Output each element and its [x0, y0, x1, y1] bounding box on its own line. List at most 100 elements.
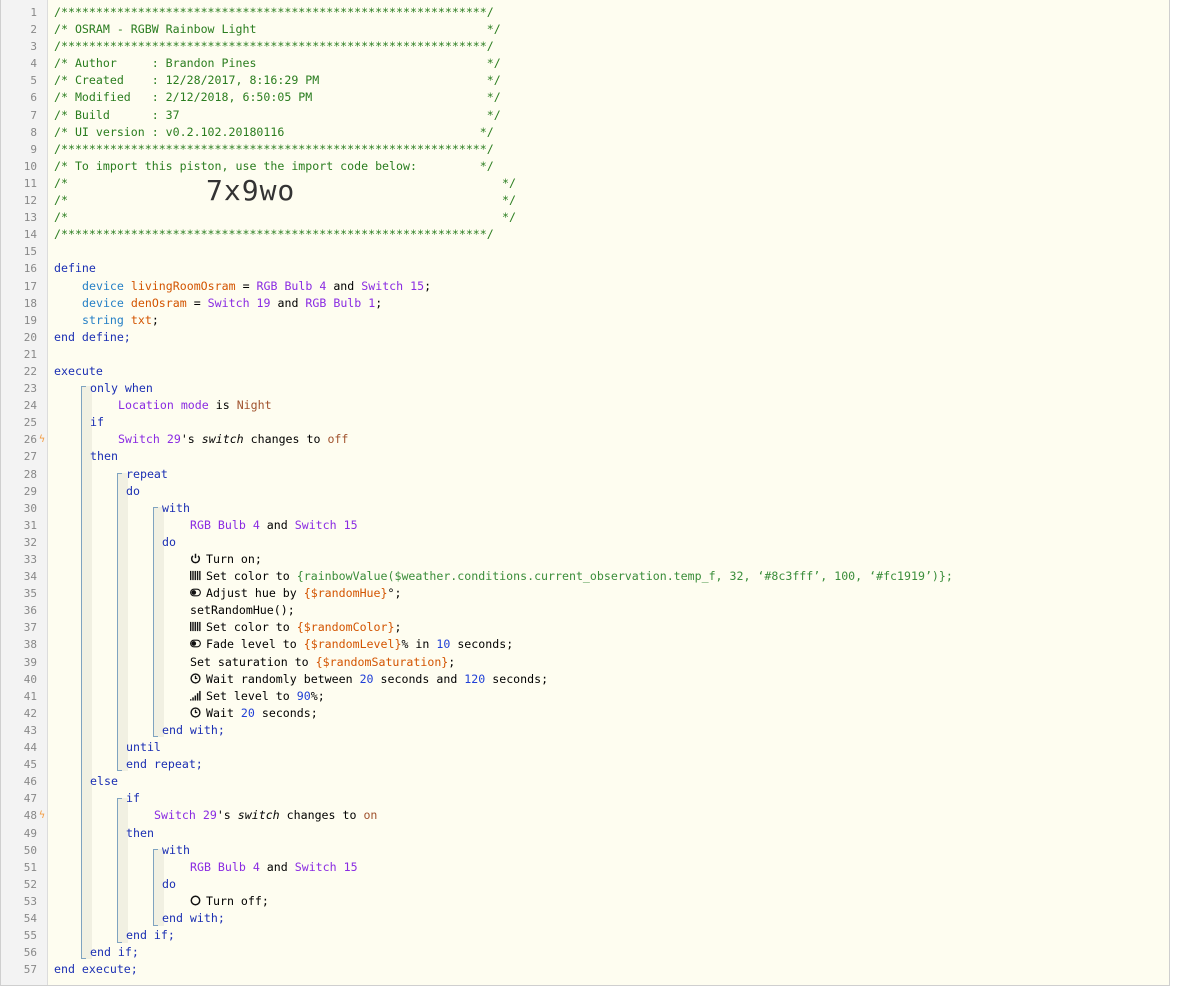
end-repeat-keyword[interactable]: end repeat;	[126, 756, 203, 773]
code-line: 55 end if;	[1, 927, 1169, 944]
until-keyword[interactable]: until	[126, 739, 161, 756]
line-number: 48	[23, 809, 37, 823]
line-number: 10	[23, 159, 37, 173]
and-keyword: and	[333, 278, 355, 293]
operator: =	[242, 278, 250, 293]
line-number: 39	[23, 655, 37, 669]
comment-frame: /* */	[54, 209, 516, 226]
line-number: 41	[23, 689, 37, 703]
only-when-keyword[interactable]: only when	[90, 380, 153, 397]
line-number: 22	[23, 364, 37, 378]
do-keyword[interactable]: do	[126, 483, 140, 500]
device-list[interactable]: RGB Bulb 4 and Switch 15	[190, 859, 358, 876]
line-number: 4	[30, 57, 37, 71]
task-label: Turn on;	[206, 552, 262, 566]
code-line: 18 device denOsram = Switch 19 and RGB Bu…	[1, 295, 1169, 312]
device-list[interactable]: RGB Bulb 4 and Switch 15	[190, 517, 358, 534]
line-number: 16	[23, 262, 37, 276]
line-number: 36	[23, 604, 37, 618]
code-line: 11 /* */	[1, 175, 1169, 192]
code-line: 52 do	[1, 876, 1169, 893]
code-line: 42 Wait 20 seconds;	[1, 705, 1169, 722]
code-line: 19 string txt;	[1, 312, 1169, 329]
do-keyword[interactable]: do	[162, 876, 176, 893]
task-wait[interactable]: Wait 20 seconds;	[190, 705, 318, 722]
statement-define-txt[interactable]: string txt;	[82, 312, 159, 329]
repeat-keyword[interactable]: repeat	[126, 466, 168, 483]
with-keyword[interactable]: with	[162, 500, 190, 517]
trigger-condition-off[interactable]: Switch 29's switch changes to off	[118, 431, 348, 448]
execute-keyword[interactable]: execute	[54, 363, 103, 380]
code-line: 48 ϟ Switch 29's switch changes to on	[1, 807, 1169, 824]
if-keyword[interactable]: if	[126, 790, 140, 807]
task-set-level[interactable]: Set level to 90%;	[190, 688, 325, 705]
line-number: 45	[23, 758, 37, 772]
end-with-keyword[interactable]: end with;	[162, 722, 225, 739]
line-number: 30	[23, 501, 37, 515]
line-number: 20	[23, 330, 37, 344]
do-keyword[interactable]: do	[162, 534, 176, 551]
code-line: 56 end if;	[1, 944, 1169, 961]
changes-to-keyword: changes to	[250, 432, 321, 447]
task-set-color-rainbow[interactable]: Set color to {rainbowValue($weather.cond…	[190, 568, 953, 585]
line-number: 38	[23, 638, 37, 652]
if-keyword[interactable]: if	[90, 414, 104, 431]
import-code[interactable]: 7x9wo	[206, 176, 295, 204]
line-number: 2	[30, 23, 37, 37]
task-set-saturation[interactable]: Set saturation to {$randomSaturation};	[190, 654, 455, 671]
task-label: Wait randomly between	[206, 671, 353, 686]
statement-define-den[interactable]: device denOsram = Switch 19 and RGB Bulb…	[82, 295, 382, 312]
code-line: 46 else	[1, 773, 1169, 790]
line-number: 54	[23, 911, 37, 925]
comment-text: /***************************************…	[54, 141, 494, 156]
task-turn-on[interactable]: Turn on;	[190, 551, 262, 568]
ui-version-text: /* UI version : v0.2.102.20180116 */	[54, 124, 494, 139]
line-number: 11	[23, 176, 37, 190]
line-number: 52	[23, 877, 37, 891]
type-keyword: string	[82, 312, 124, 327]
code-line: 44 until	[1, 739, 1169, 756]
code-line: 5 /* Created : 12/28/2017, 8:16:29 PM */	[1, 72, 1169, 89]
task-adjust-hue[interactable]: Adjust hue by {$randomHue}°;	[190, 585, 401, 602]
trigger-condition-on[interactable]: Switch 29's switch changes to on	[154, 807, 377, 824]
then-keyword[interactable]: then	[126, 825, 154, 842]
code-line: 1 /**************************************…	[1, 4, 1169, 21]
task-set-random-hue[interactable]: setRandomHue();	[190, 602, 295, 619]
operator: =	[193, 295, 201, 310]
task-turn-off[interactable]: Turn off;	[190, 893, 269, 910]
line-number: 42	[23, 706, 37, 720]
code-line: 37 Set color to {$randomColor};	[1, 619, 1169, 636]
code-line: 30 with	[1, 500, 1169, 517]
variable-name: livingRoomOsram	[130, 278, 236, 293]
code-line: 2 /* OSRAM - RGBW Rainbow Light */	[1, 21, 1169, 38]
with-keyword[interactable]: with	[162, 842, 190, 859]
end-if-keyword[interactable]: end if;	[126, 927, 175, 944]
variable-ref: {$randomLevel}	[303, 637, 402, 652]
attribute-name: switch	[201, 432, 244, 447]
end-with-keyword[interactable]: end with;	[162, 910, 225, 927]
end-define-keyword[interactable]: end define;	[54, 329, 131, 346]
code-line: 33 Turn on;	[1, 551, 1169, 568]
task-wait-random[interactable]: Wait randomly between 20 seconds and 120…	[190, 671, 548, 688]
variable-name: txt	[130, 312, 152, 327]
semicolon: ;	[375, 295, 383, 310]
piston-title: /* OSRAM - RGBW Rainbow Light */	[54, 22, 501, 37]
code-line: 36 setRandomHue();	[1, 602, 1169, 619]
statement-define-living-room[interactable]: device livingRoomOsram = RGB Bulb 4 and …	[82, 278, 431, 295]
end-if-keyword[interactable]: end if;	[90, 944, 139, 961]
task-label: Set color to	[206, 620, 290, 635]
then-keyword[interactable]: then	[90, 448, 118, 465]
code-line: 8 /* UI version : v0.2.102.20180116 */	[1, 124, 1169, 141]
semicolon: ;	[448, 654, 456, 669]
line-number: 35	[23, 587, 37, 601]
restriction-condition[interactable]: Location mode is Night	[118, 397, 272, 414]
else-keyword[interactable]: else	[90, 773, 118, 790]
unit: seconds;	[492, 671, 549, 686]
task-set-color-random[interactable]: Set color to {$randomColor};	[190, 619, 401, 636]
task-fade-level[interactable]: Fade level to {$randomLevel}% in 10 seco…	[190, 636, 513, 653]
unit: % in	[401, 637, 430, 652]
define-keyword[interactable]: define	[54, 260, 96, 277]
number-value: 90	[296, 688, 311, 703]
end-execute-keyword[interactable]: end execute;	[54, 961, 138, 978]
line-number: 8	[30, 125, 37, 139]
